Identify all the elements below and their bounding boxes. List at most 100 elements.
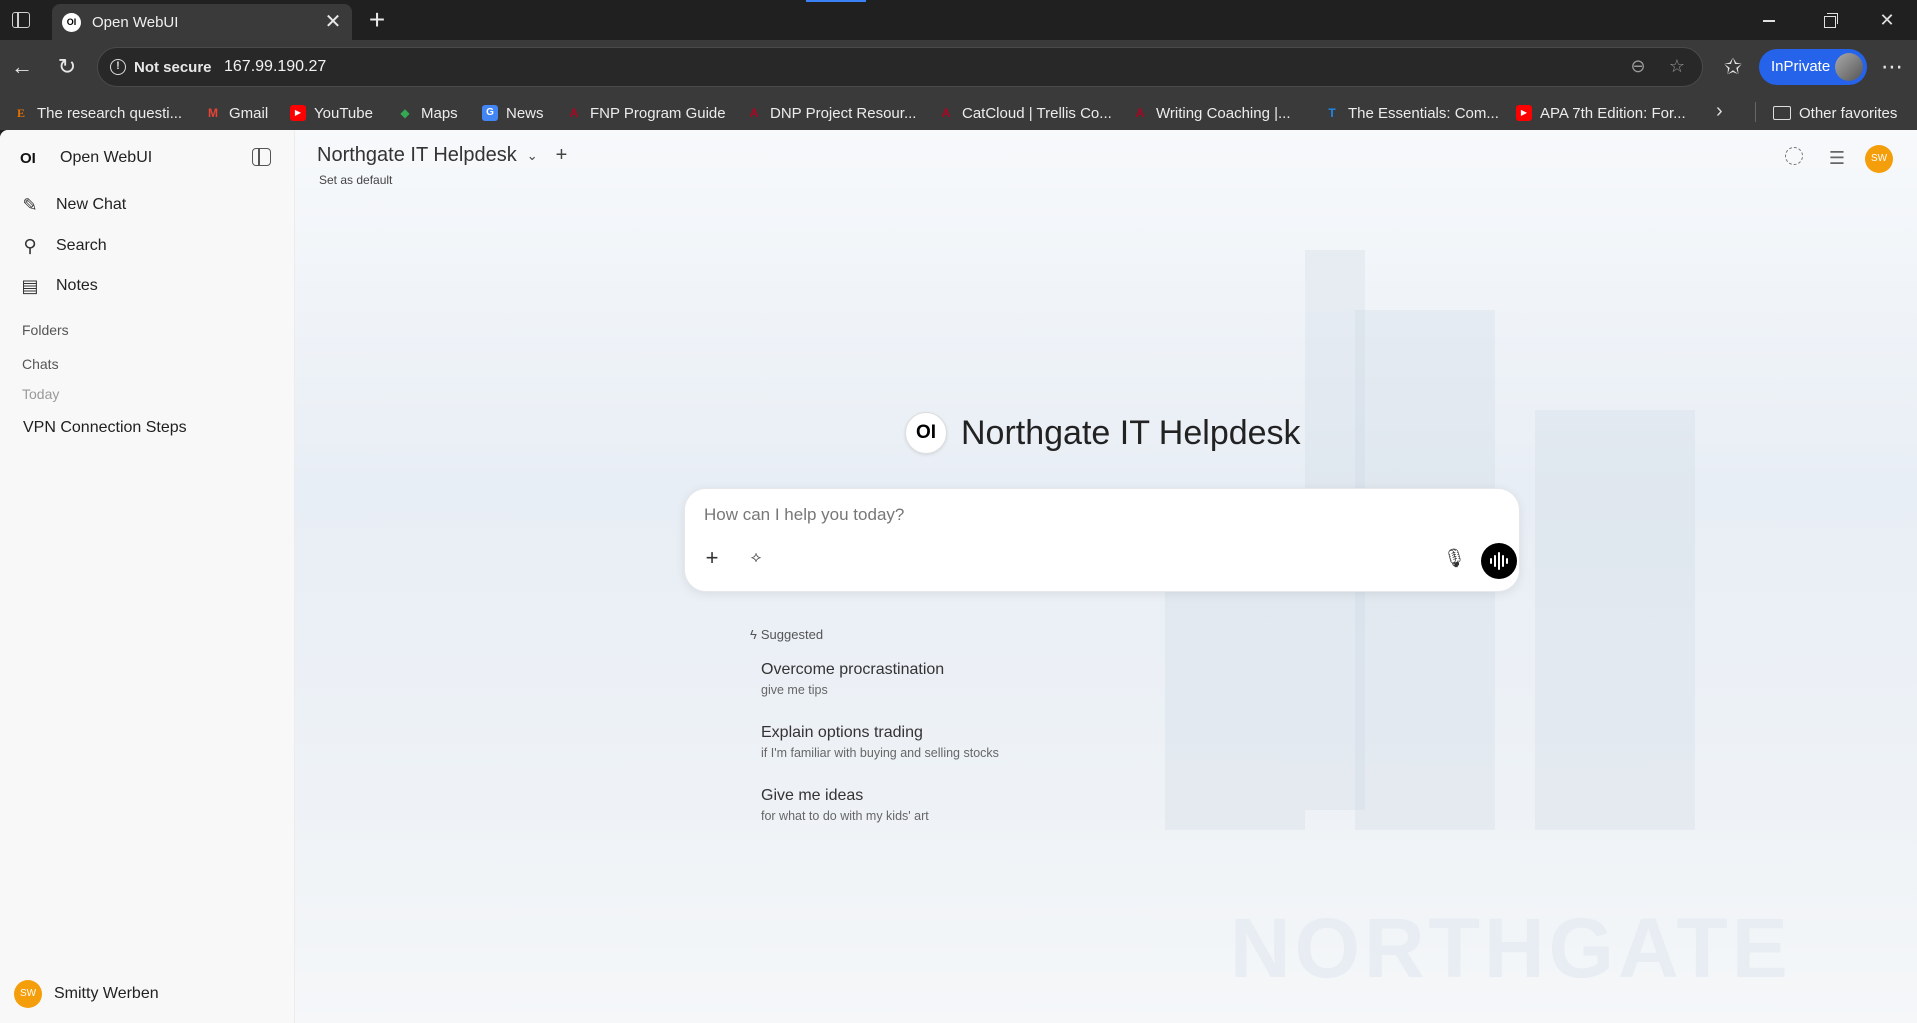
voice-mode-button[interactable] [1481,543,1517,579]
tab-actions-icon[interactable] [12,12,30,28]
bookmark-label: YouTube [314,104,373,122]
bookmark-label: APA 7th Edition: For... [1540,104,1686,122]
new-tab-button[interactable]: + [362,4,392,36]
bookmark-label: News [506,104,544,122]
other-favorites-label: Other favorites [1799,104,1898,122]
restore-button[interactable] [1806,4,1852,36]
suggestion-item[interactable]: Give me ideas for what to do with my kid… [761,787,929,823]
attach-button[interactable]: + [699,545,725,571]
divider [1755,102,1756,122]
arizona-icon: A [941,106,951,120]
sidebar-item-search[interactable]: ⚲ Search [20,233,106,259]
folders-label[interactable]: Folders [22,322,69,338]
sidebar-item-label: Notes [56,277,98,294]
bookmark-item[interactable]: ▶ YouTube [290,102,373,124]
drag-indicator [806,0,866,2]
chevron-down-icon: ⌄ [526,147,538,163]
youtube-icon: ▶ [290,105,306,121]
today-label: Today [22,386,60,402]
maps-icon: ◆ [400,106,410,120]
more-menu-icon[interactable]: ⋯ [1877,52,1907,82]
bookmarks-overflow-icon[interactable]: › [1716,100,1723,123]
inprivate-label: InPrivate [1771,58,1831,75]
bookmark-item[interactable]: M Gmail [205,102,268,124]
message-input[interactable]: How can I help you today? [704,505,904,525]
bookmark-label: FNP Program Guide [590,104,726,122]
bookmark-item[interactable]: A FNP Program Guide [566,102,726,124]
bookmark-item[interactable]: A DNP Project Resour... [746,102,917,124]
avatar: SW [14,980,42,1008]
bolt-icon: ϟ [750,627,757,642]
minimize-button[interactable] [1746,4,1792,36]
suggestion-subtitle: if I'm familiar with buying and selling … [761,746,999,760]
sidebar-toggle-icon[interactable] [252,148,271,166]
app-name[interactable]: Open WebUI [60,149,152,167]
chat-composer[interactable]: How can I help you today? + ⟡ 🎙 [684,488,1520,592]
news-icon: G [482,105,498,121]
add-model-icon[interactable]: + [556,144,568,167]
search-icon: ⚲ [23,235,37,256]
browser-tab[interactable]: OI Open WebUI ✕ [52,4,352,40]
bookmark-label: Gmail [229,104,269,122]
tools-icon[interactable]: ⟡ [745,547,767,569]
model-selector[interactable]: Northgate IT Helpdesk ⌄ + [317,144,567,167]
suggestion-item[interactable]: Overcome procrastination give me tips [761,661,944,697]
other-favorites[interactable]: Other favorites [1773,102,1897,124]
zoom-icon[interactable]: ⊖ [1626,56,1650,77]
gmail-icon: M [208,106,218,120]
bookmark-item[interactable]: ▶ APA 7th Edition: For... [1516,102,1686,124]
favorite-star-icon[interactable]: ☆ [1665,56,1689,77]
main-panel: NORTHGATE Northgate IT Helpdesk ⌄ + Set … [295,130,1917,1023]
sidebar-item-new-chat[interactable]: ✎ New Chat [20,192,126,218]
bookmark-favicon-icon: E [16,106,25,120]
background-image [1165,550,1305,830]
edit-icon: ✎ [22,194,38,215]
tab-close-icon[interactable]: ✕ [322,10,344,34]
bookmark-label: DNP Project Resour... [770,104,917,122]
suggestion-item[interactable]: Explain options trading if I'm familiar … [761,724,999,760]
chat-item[interactable]: VPN Connection Steps [23,419,187,437]
favorites-icon[interactable]: ✩ [1718,52,1748,82]
avatar[interactable]: SW [1865,145,1893,173]
suggestion-subtitle: give me tips [761,683,828,697]
suggestion-title: Give me ideas [761,787,864,804]
suggestion-title: Explain options trading [761,724,923,741]
url-text[interactable]: 167.99.190.27 [224,58,326,76]
sidebar-item-label: New Chat [56,196,127,213]
back-icon[interactable]: ← [7,52,37,82]
app-logo[interactable]: OI [20,150,36,167]
model-name: Northgate IT Helpdesk [317,144,517,166]
user-menu[interactable]: SW Smitty Werben [14,980,159,1008]
bookmark-item[interactable]: ◆ Maps [397,102,458,124]
app-window: OI Open WebUI ✎ New Chat ⚲ Search ▤ Note… [0,130,1917,1023]
set-default-link[interactable]: Set as default [319,173,392,187]
suggested-label: Suggested [760,627,824,642]
bookmark-item[interactable]: T The Essentials: Com... [1324,102,1499,124]
suggested-header: ϟ Suggested [750,627,823,642]
bookmark-label: Maps [421,104,458,122]
controls-icon[interactable]: ☰ [1826,147,1848,169]
bookmark-item[interactable]: E The research questi... [13,102,182,124]
profile-avatar [1835,53,1863,81]
background-image [1535,410,1695,830]
chats-label[interactable]: Chats [22,356,59,372]
close-window-button[interactable]: ✕ [1864,4,1910,36]
inprivate-button[interactable]: InPrivate [1759,49,1867,85]
suggestion-subtitle: for what to do with my kids' art [761,809,929,823]
warning-icon[interactable]: ! [110,59,126,75]
temporary-chat-icon[interactable] [1785,147,1807,169]
mic-icon[interactable]: 🎙 [1443,547,1466,569]
bookmark-item[interactable]: A CatCloud | Trellis Co... [938,102,1112,124]
sidebar-item-notes[interactable]: ▤ Notes [20,273,98,299]
refresh-icon[interactable]: ↻ [52,52,82,82]
address-bar[interactable]: ! Not secure 167.99.190.27 ⊖ ☆ [97,47,1703,87]
not-secure-label[interactable]: Not secure [134,59,212,76]
bookmark-label: The Essentials: Com... [1348,104,1499,122]
hero: OI Northgate IT Helpdesk [905,412,1301,454]
youtube-icon: ▶ [1516,105,1532,121]
bookmark-item[interactable]: G News [482,102,544,124]
tab-title: Open WebUI [92,14,179,31]
bookmark-item[interactable]: A Writing Coaching |... [1132,102,1291,124]
essentials-icon: T [1328,106,1336,120]
sidebar: OI Open WebUI ✎ New Chat ⚲ Search ▤ Note… [0,130,295,1023]
